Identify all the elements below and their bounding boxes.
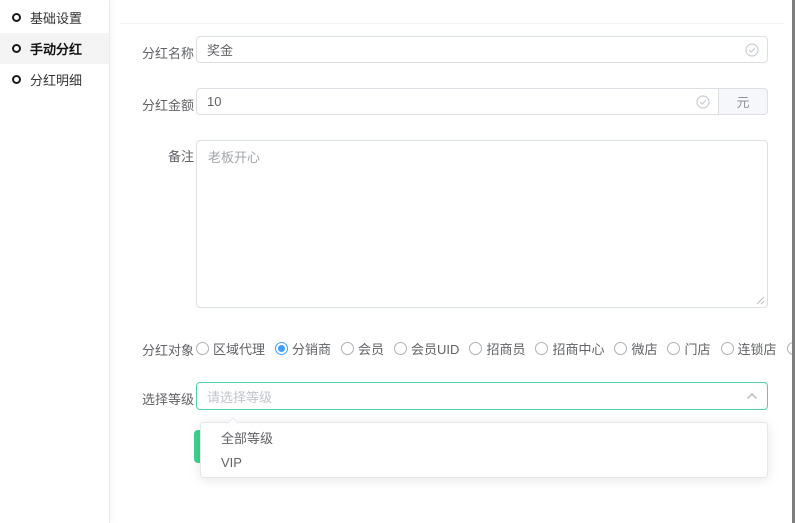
radio-store[interactable]: 门店 [667, 339, 710, 358]
radio-label: 会员 [358, 339, 384, 358]
dividend-amount-input-wrap[interactable] [196, 88, 718, 115]
level-select-label: 选择等级 [120, 389, 194, 408]
remark-textarea[interactable]: 老板开心 [196, 140, 768, 308]
circle-bullet-icon [12, 44, 21, 53]
dividend-target-label: 分红对象 [120, 340, 194, 359]
radio-investment-staff[interactable]: 招商员 [469, 339, 525, 358]
dividend-name-input[interactable] [197, 37, 745, 62]
sidebar-item-label: 手动分红 [30, 39, 82, 58]
level-dropdown-panel: 全部等级 VIP [200, 422, 768, 478]
radio-member[interactable]: 会员 [341, 339, 384, 358]
radio-region-agent[interactable]: 区域代理 [196, 339, 265, 358]
chevron-up-icon [746, 392, 758, 400]
dividend-amount-input[interactable] [197, 89, 696, 114]
resize-handle-icon[interactable] [756, 296, 765, 305]
dividend-amount-label: 分红金额 [120, 95, 194, 114]
radio-label: 连锁店 [738, 339, 777, 358]
radio-label: 门店 [684, 339, 710, 358]
sidebar-item-dividend-detail[interactable]: 分红明细 [0, 64, 109, 95]
circle-check-icon [745, 43, 759, 57]
radio-icon [469, 342, 482, 355]
radio-member-uid[interactable]: 会员UID [394, 339, 459, 358]
radio-icon [614, 342, 627, 355]
radio-label: 会员UID [411, 339, 459, 358]
radio-icon [721, 342, 734, 355]
dividend-name-label: 分红名称 [120, 43, 194, 62]
amount-unit-suffix: 元 [718, 88, 768, 115]
sidebar-item-basic-settings[interactable]: 基础设置 [0, 2, 109, 33]
dividend-target-radio-group: 区域代理 分销商 会员 会员UID 招商员 招商中心 [196, 339, 795, 358]
dividend-amount-field: 元 [196, 88, 768, 115]
sidebar-item-label: 基础设置 [30, 8, 82, 27]
sidebar-item-label: 分红明细 [30, 70, 82, 89]
remark-text: 老板开心 [208, 150, 260, 165]
radio-micro-shop[interactable]: 微店 [614, 339, 657, 358]
radio-label: 微店 [631, 339, 657, 358]
top-divider [120, 23, 784, 24]
radio-investment-center[interactable]: 招商中心 [535, 339, 604, 358]
circle-check-icon [696, 95, 710, 109]
radio-label: 招商中心 [552, 339, 604, 358]
radio-icon [535, 342, 548, 355]
radio-icon [196, 342, 209, 355]
dividend-name-field[interactable] [196, 36, 768, 63]
radio-checked-icon [275, 342, 288, 355]
option-vip[interactable]: VIP [201, 451, 767, 475]
level-select-placeholder: 请选择等级 [197, 387, 746, 406]
radio-icon [394, 342, 407, 355]
level-select[interactable]: 请选择等级 [196, 382, 768, 410]
page: 基础设置 手动分红 分红明细 分红名称 分红金额 [0, 0, 795, 523]
remark-label: 备注 [120, 146, 194, 165]
radio-distributor[interactable]: 分销商 [275, 339, 331, 358]
sidebar-item-manual-dividend[interactable]: 手动分红 [0, 33, 109, 64]
option-all-levels[interactable]: 全部等级 [201, 427, 767, 451]
radio-icon [341, 342, 354, 355]
radio-label: 招商员 [486, 339, 525, 358]
radio-chain-store[interactable]: 连锁店 [721, 339, 777, 358]
main-content: 分红名称 分红金额 元 备注 老板开心 [110, 0, 792, 523]
radio-label: 区域代理 [213, 339, 265, 358]
sidebar: 基础设置 手动分红 分红明细 [0, 0, 110, 523]
radio-icon [667, 342, 680, 355]
circle-bullet-icon [12, 75, 21, 84]
radio-label: 分销商 [292, 339, 331, 358]
circle-bullet-icon [12, 13, 21, 22]
